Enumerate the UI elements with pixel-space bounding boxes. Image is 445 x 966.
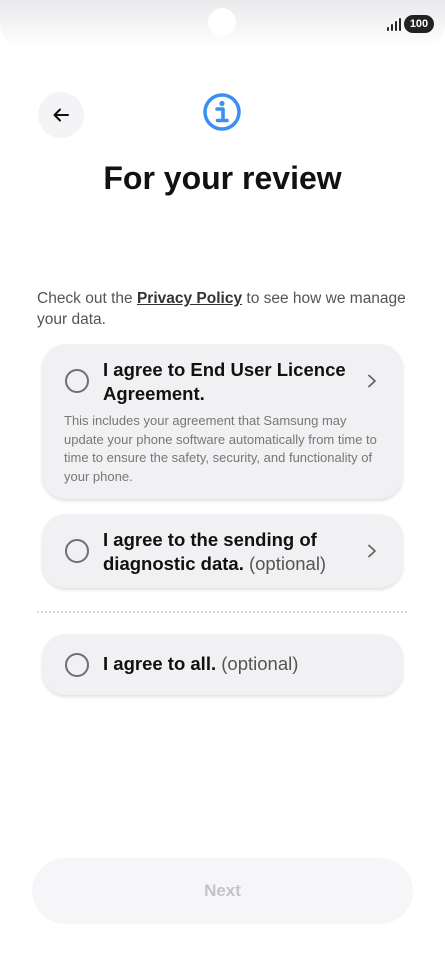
agree-all-radio[interactable] — [65, 653, 89, 677]
eula-title: I agree to End User Licence Agreement. — [103, 359, 346, 404]
chevron-right-icon — [368, 374, 376, 388]
camera-cutout — [208, 8, 236, 36]
agree-all-card[interactable]: I agree to all. (optional) — [42, 634, 403, 695]
info-icon — [203, 93, 241, 131]
eula-description: This includes your agreement that Samsun… — [64, 413, 377, 484]
divider — [37, 611, 407, 613]
optional-label: (optional) — [248, 553, 327, 574]
eula-radio[interactable] — [65, 369, 89, 393]
diagnostic-data-card[interactable]: I agree to the sending of diagnostic dat… — [42, 514, 403, 588]
next-button[interactable]: Next — [32, 858, 413, 924]
diagnostic-radio[interactable] — [65, 539, 89, 563]
privacy-policy-link[interactable]: Privacy Policy — [137, 290, 242, 307]
back-button[interactable] — [38, 92, 84, 138]
privacy-intro: Check out the Privacy Policy to see how … — [37, 288, 407, 330]
page-title: For your review — [103, 160, 342, 196]
intro-prefix: Check out the — [37, 290, 137, 307]
arrow-left-icon — [53, 108, 69, 122]
optional-label: (optional) — [221, 653, 299, 674]
diagnostic-title: I agree to the sending of diagnostic dat… — [103, 528, 353, 576]
agree-all-title: I agree to all. (optional) — [103, 652, 383, 676]
eula-agreement-card[interactable]: I agree to End User Licence Agreement. T… — [42, 344, 403, 499]
battery-level: 100 — [404, 15, 434, 33]
chevron-right-icon — [368, 544, 376, 558]
status-bar: 100 — [0, 0, 445, 48]
signal-icon — [387, 17, 403, 31]
agree-all-title-text: I agree to all. — [103, 653, 217, 674]
